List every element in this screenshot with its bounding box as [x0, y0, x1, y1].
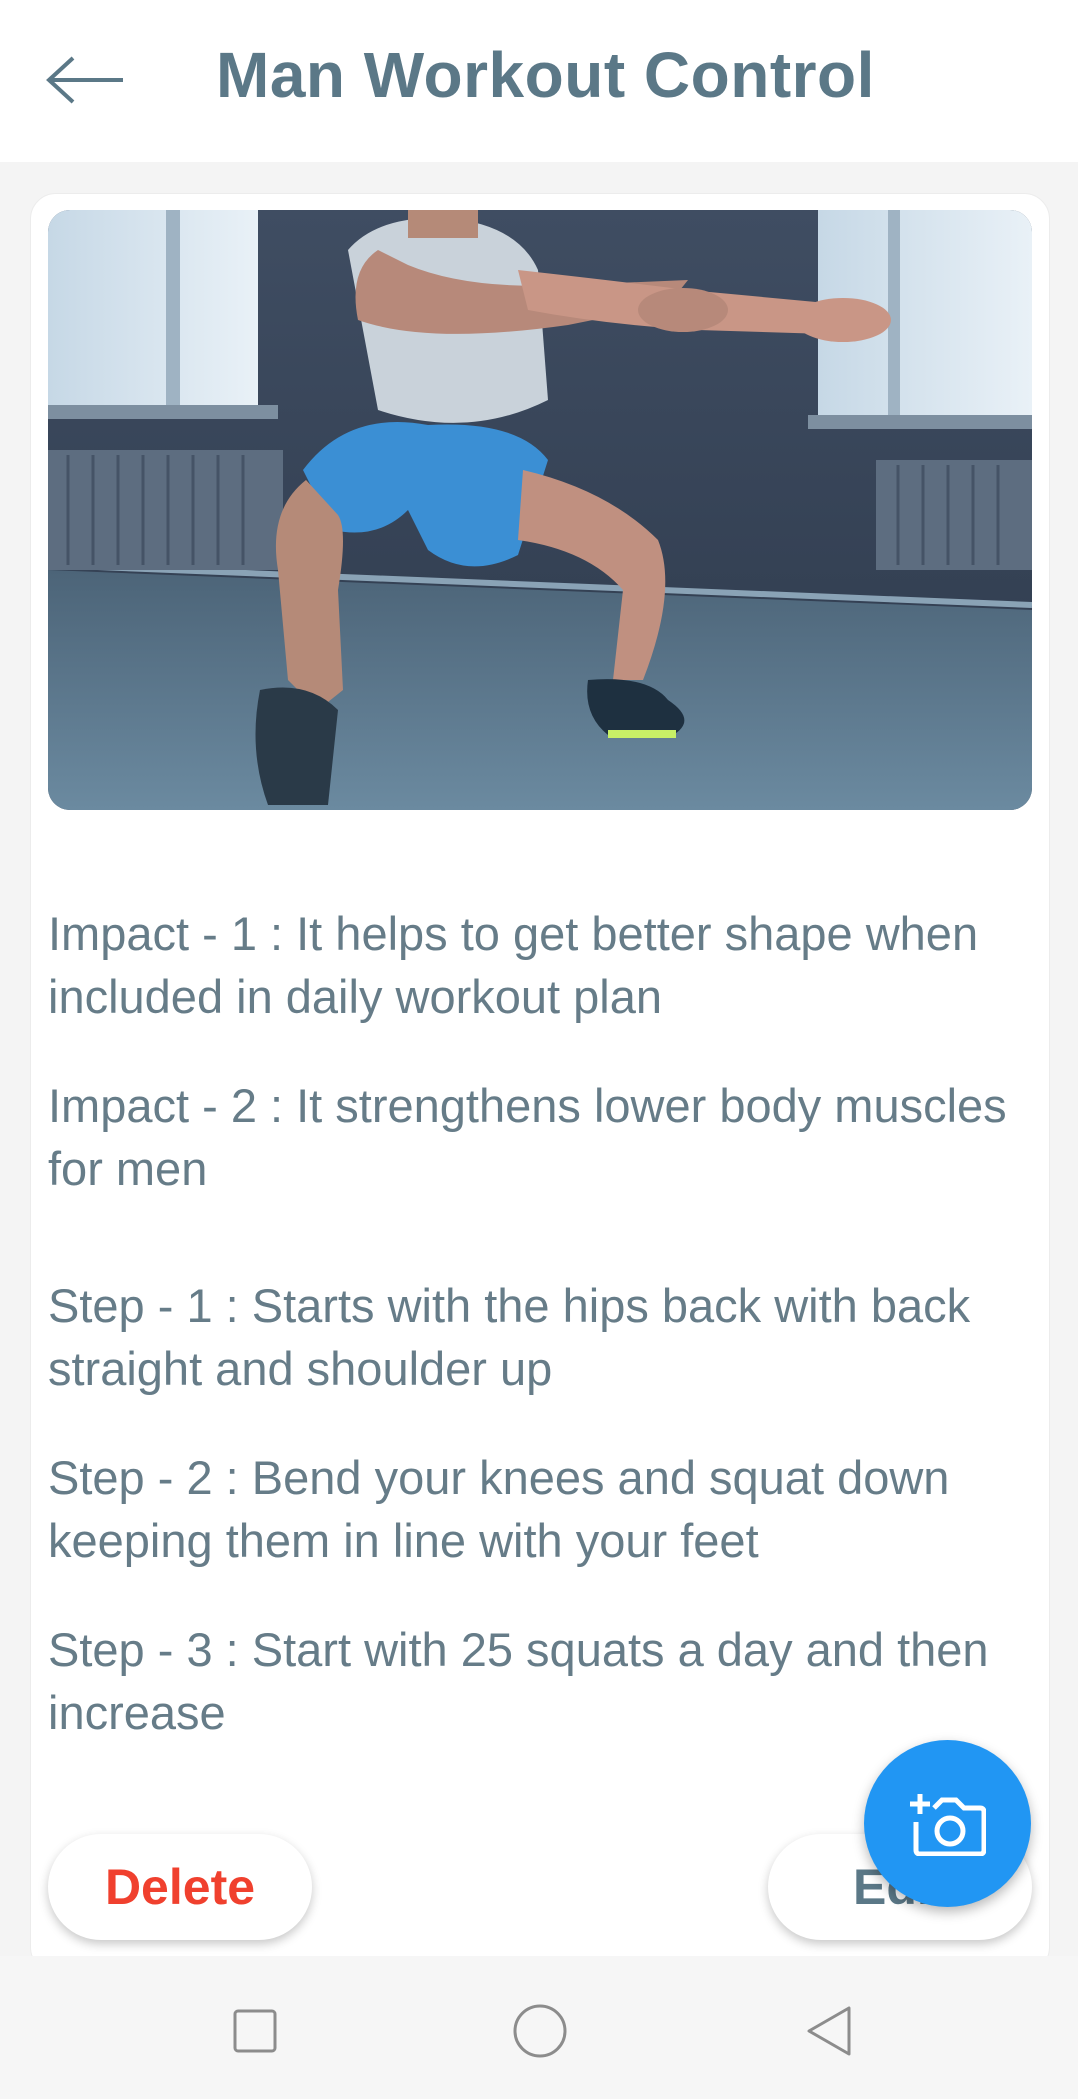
page-title: Man Workout Control [216, 39, 875, 111]
add-photo-button[interactable] [864, 1740, 1031, 1907]
exercise-image [48, 210, 1032, 810]
recent-apps-button[interactable] [220, 1996, 290, 2066]
triangle-back-icon [807, 2006, 851, 2056]
step-1-text: Step - 1 : Starts with the hips back wit… [48, 1279, 971, 1395]
circle-home-icon [513, 2004, 567, 2058]
impact-2-text: Impact - 2 : It strengthens lower body m… [48, 1079, 1007, 1195]
app-bar: Man Workout Control [0, 0, 1078, 162]
add-photo-camera-icon [909, 1793, 986, 1856]
system-nav-bar [0, 1956, 1078, 2099]
impact-1-text: Impact - 1 : It helps to get better shap… [48, 907, 979, 1023]
step-3-text: Step - 3 : Start with 25 squats a day an… [48, 1623, 989, 1739]
square-recent-icon [233, 2009, 277, 2053]
back-button[interactable] [40, 45, 130, 115]
step-2-text: Step - 2 : Bend your knees and squat dow… [48, 1451, 950, 1567]
delete-button[interactable]: Delete [48, 1834, 312, 1940]
arrow-left-icon [46, 56, 123, 104]
home-button[interactable] [505, 1996, 575, 2066]
nav-back-button[interactable] [795, 1996, 865, 2066]
